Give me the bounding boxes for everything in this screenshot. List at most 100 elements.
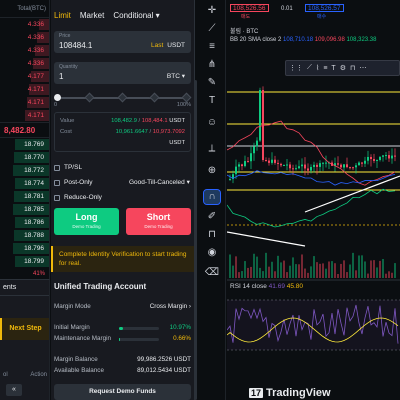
- long-button[interactable]: Long Demo Trading: [54, 208, 119, 235]
- slider-step-75[interactable]: [149, 92, 160, 103]
- bb-lower-band: [227, 188, 396, 228]
- lock-drawings-icon[interactable]: ✐: [204, 210, 220, 224]
- price-value[interactable]: 108484.1: [59, 41, 92, 50]
- order-book-bid-row[interactable]: 18.772: [0, 164, 49, 177]
- brush-icon[interactable]: ✎: [204, 76, 220, 90]
- checkbox-box[interactable]: [54, 194, 60, 201]
- line-width-icon[interactable]: ≡: [323, 65, 327, 72]
- volume-bar: [271, 261, 273, 278]
- volume-bar: [337, 273, 339, 278]
- ruler-icon[interactable]: ⟂: [204, 142, 220, 156]
- quantity-value[interactable]: 1: [59, 72, 63, 81]
- order-book-ask-row[interactable]: 4.336: [0, 57, 49, 70]
- eye-icon[interactable]: ◉: [204, 246, 220, 260]
- short-button[interactable]: Short Demo Trading: [126, 208, 191, 235]
- order-book-bid-row[interactable]: 18.799: [0, 255, 49, 268]
- magnet-icon[interactable]: ∩: [203, 189, 221, 205]
- candle-body: [250, 153, 252, 162]
- post-only-checkbox[interactable]: Post-Only: [54, 179, 93, 186]
- text-icon[interactable]: T: [204, 94, 220, 108]
- slider-handle[interactable]: [54, 94, 61, 101]
- text-style-icon[interactable]: T: [331, 65, 335, 72]
- checkbox-box[interactable]: [54, 164, 60, 171]
- volume-bar: [328, 261, 330, 278]
- rsi-legend[interactable]: RSI 14 close 41.69 45.80: [230, 283, 303, 290]
- sell-price-box[interactable]: 108,526.56: [230, 4, 269, 12]
- settings-icon[interactable]: ⚙: [340, 64, 346, 72]
- quantity-slider[interactable]: 0 100%: [54, 92, 192, 108]
- order-book-bid-row[interactable]: 18.785: [0, 203, 49, 216]
- quantity-label: Quantity: [59, 64, 78, 70]
- candle-body: [316, 164, 318, 167]
- candle-body: [337, 163, 339, 165]
- candle-body: [235, 166, 237, 175]
- price-input[interactable]: Price 108484.1 Last USDT: [54, 31, 191, 53]
- next-step-button[interactable]: Next Step: [0, 318, 49, 340]
- slider-step-100[interactable]: [181, 92, 192, 103]
- trash-icon[interactable]: ⌫: [204, 266, 220, 280]
- order-book-bid-row[interactable]: 18.781: [0, 190, 49, 203]
- reduce-only-checkbox[interactable]: Reduce-Only: [54, 194, 102, 201]
- line-style-icon[interactable]: ⟋: [307, 64, 312, 72]
- order-book-ask-row[interactable]: 4.171: [0, 109, 49, 122]
- tab-limit[interactable]: Limit: [54, 11, 71, 20]
- trend-line-icon[interactable]: ⟋: [204, 22, 220, 36]
- emoji-icon[interactable]: ☺: [204, 116, 220, 130]
- value-label: Value: [60, 118, 75, 124]
- crosshair-icon[interactable]: ✛: [204, 4, 220, 18]
- candle-body: [340, 164, 342, 168]
- value-buy: 108,482.9: [111, 118, 137, 124]
- order-book-bid-row[interactable]: 18.788: [0, 229, 49, 242]
- fib-icon[interactable]: ≡: [204, 40, 220, 54]
- tpsl-checkbox[interactable]: TP/SL: [54, 164, 82, 171]
- margin-mode-row[interactable]: Margin Mode Cross Margin ›: [54, 303, 191, 310]
- order-book-mid-price[interactable]: 8,482.80: [0, 122, 49, 138]
- slider-step-25[interactable]: [84, 92, 95, 103]
- quantity-input[interactable]: Quantity 1 BTC ▾: [54, 62, 191, 84]
- zoom-icon[interactable]: ⊕: [204, 164, 220, 178]
- tab-conditional[interactable]: Conditional ▾: [113, 11, 159, 20]
- order-book-ask-row[interactable]: 4.336: [0, 18, 49, 31]
- bb-legend[interactable]: BB 20 SMA close 2 108,710.18 109,096.98 …: [230, 37, 376, 43]
- more-icon[interactable]: ⋯: [359, 64, 366, 72]
- candle-body: [286, 164, 288, 166]
- lock-icon[interactable]: ⊓: [204, 228, 220, 242]
- order-book-bid-row[interactable]: 18.774: [0, 177, 49, 190]
- order-book-ask-row[interactable]: 4.336: [0, 44, 49, 57]
- order-book-bid-row[interactable]: 18.769: [0, 138, 49, 151]
- pitchfork-icon[interactable]: ⋔: [204, 58, 220, 72]
- volume-bar: [367, 273, 369, 278]
- drag-handle-icon[interactable]: ⋮⋮: [289, 64, 303, 72]
- lock-icon[interactable]: ⊓: [350, 64, 355, 72]
- slider-step-50[interactable]: [117, 92, 128, 103]
- order-book-bid-row[interactable]: 18.786: [0, 216, 49, 229]
- price-chart[interactable]: 108,526.56 매도 0.01 108,526.57 매수 불림 · BT…: [227, 0, 400, 400]
- request-demo-funds-button[interactable]: Request Demo Funds: [54, 384, 191, 400]
- candle-body: [388, 155, 390, 159]
- order-book-ask-row[interactable]: 4.171: [0, 96, 49, 109]
- order-book-ask-row[interactable]: 4.336: [0, 31, 49, 44]
- margin-mode-select[interactable]: Cross Margin ›: [150, 303, 191, 310]
- last-price-button[interactable]: Last: [151, 42, 163, 49]
- tab-market[interactable]: Market: [80, 11, 104, 20]
- order-book-bid-row[interactable]: 18.770: [0, 151, 49, 164]
- checkbox-box[interactable]: [54, 179, 60, 186]
- order-book-ask-row[interactable]: 4.177: [0, 70, 49, 83]
- time-in-force-select[interactable]: Good-Till-Canceled ▾: [129, 178, 190, 186]
- quantity-unit-select[interactable]: BTC ▾: [167, 72, 185, 80]
- cost-buy: 10,961.6647: [115, 129, 148, 135]
- order-form-scrollbar[interactable]: [194, 80, 197, 400]
- buy-price-box[interactable]: 108,526.57: [305, 4, 344, 12]
- line-color-icon[interactable]: ⌇: [316, 64, 319, 72]
- short-button-label: Short: [146, 212, 171, 222]
- volume-bar: [379, 260, 381, 278]
- positions-tab[interactable]: ents: [0, 280, 49, 296]
- tradingview-logo[interactable]: 17 TradingView: [249, 387, 331, 399]
- order-book-ask-row[interactable]: 4.171: [0, 83, 49, 96]
- bb-value-2: 109,096.98: [314, 37, 345, 43]
- order-book-bid-row[interactable]: 18.796: [0, 242, 49, 255]
- bid-total: 18.772: [24, 167, 44, 174]
- verification-banner[interactable]: Complete Identity Verification to start …: [51, 246, 195, 272]
- volume-bar: [295, 264, 297, 278]
- collapse-button[interactable]: «: [6, 384, 22, 396]
